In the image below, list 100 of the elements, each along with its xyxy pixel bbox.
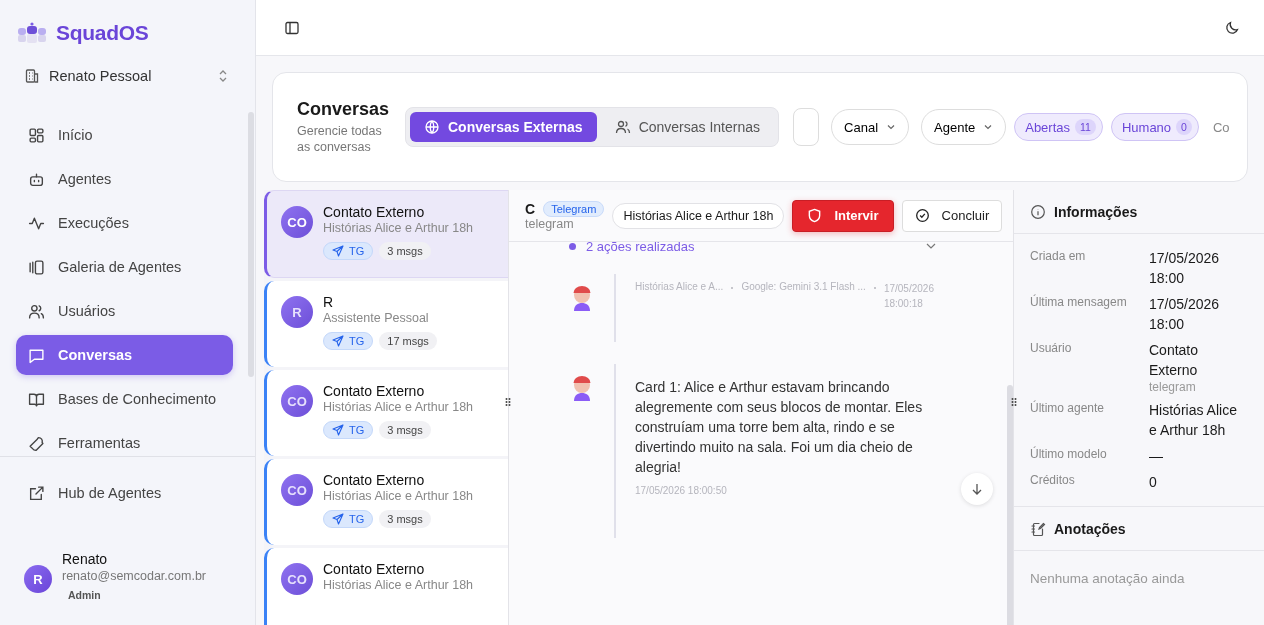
- shield-icon: [807, 208, 823, 223]
- search-field[interactable]: [793, 108, 820, 146]
- status-filter-chip[interactable]: Abertas 11: [1014, 113, 1103, 141]
- check-circle-icon: [914, 208, 930, 223]
- intervene-button[interactable]: Intervir: [792, 199, 894, 232]
- sidebar-panel-icon: [284, 19, 300, 36]
- page-subtitle: Gerencie todas as conversas: [297, 122, 383, 156]
- info-label: Último agente: [1030, 401, 1106, 417]
- send-icon: [332, 245, 344, 257]
- conversation-item[interactable]: CO Contato Externo Histórias Alice e Arthur 18h TG 3 msgs: [264, 459, 508, 545]
- contact-avatar: CO: [281, 385, 313, 417]
- channel-badge: Telegram: [543, 200, 605, 217]
- nav-item[interactable]: Execuções: [16, 203, 233, 243]
- nav-item[interactable]: Agentes: [16, 159, 233, 199]
- info-value: —: [1149, 447, 1164, 466]
- gallery-icon: [28, 258, 45, 276]
- external-link-icon: [28, 484, 45, 502]
- conversation-item[interactable]: CO Contato Externo Histórias Alice e Arthur 18h TG 3 msgs: [264, 370, 508, 456]
- contact-avatar: CO: [281, 206, 313, 238]
- status-filter-chip[interactable]: Humano 0: [1110, 113, 1199, 141]
- contact-name: Contato Externo: [323, 472, 425, 488]
- scrollbar[interactable]: [248, 112, 254, 377]
- robots-logo-icon: [16, 22, 48, 44]
- notes-icon: [1030, 520, 1046, 537]
- chevron-down-icon: [886, 122, 896, 132]
- agent-name: Histórias Alice e Arthur 18h: [323, 489, 474, 503]
- message-count: 3 msgs: [379, 242, 431, 260]
- nav-item[interactable]: Início: [16, 115, 233, 155]
- agent-name: Histórias Alice e Arthur 18h: [323, 400, 474, 414]
- user-name: Renato: [62, 551, 108, 567]
- user-avatar: R: [24, 565, 52, 593]
- send-icon: [332, 513, 344, 525]
- info-label: Créditos: [1030, 473, 1076, 489]
- organization-selector[interactable]: Renato Pessoal: [24, 65, 239, 87]
- role-label: Admin: [68, 589, 101, 601]
- section-title: Anotações: [1054, 520, 1126, 537]
- dashboard-icon: [28, 126, 45, 144]
- users-icon: [614, 119, 631, 135]
- scrollbar[interactable]: [1007, 385, 1013, 625]
- nav-item[interactable]: Ferramentas: [16, 423, 233, 455]
- channel-badge: TG: [323, 510, 374, 528]
- agent-name: Histórias Alice e Arthur 18h: [323, 221, 474, 235]
- tab[interactable]: Conversas Externas: [410, 112, 597, 142]
- arrow-down-icon: [970, 482, 984, 496]
- tab[interactable]: Conversas Internas: [600, 112, 775, 142]
- agent-name: Histórias Alice e Arthur 18h: [323, 578, 474, 592]
- channel-badge: TG: [323, 332, 374, 350]
- info-label: Último modelo: [1030, 447, 1108, 463]
- contact-name: Contato Externo: [323, 204, 425, 220]
- users-icon: [28, 302, 45, 320]
- info-value: Contato Externo: [1149, 341, 1200, 380]
- info-value: 0: [1149, 473, 1158, 492]
- scroll-down-button[interactable]: [961, 473, 993, 505]
- channel-label: telegram: [525, 216, 575, 231]
- robot-icon: [28, 170, 45, 188]
- filter-dropdown[interactable]: Canal: [831, 109, 909, 145]
- channel-badge: TG: [323, 242, 374, 260]
- info-label: Usuário: [1030, 341, 1073, 357]
- nav-item[interactable]: Hub de Agentes: [16, 473, 233, 513]
- user-email: renato@semcodar.com.br: [62, 569, 206, 583]
- moon-icon: [1224, 19, 1240, 36]
- empty-notes-text: Nenhuma anotação ainda: [1029, 570, 1186, 588]
- contact-avatar: CO: [281, 563, 313, 595]
- contact-name: R: [323, 294, 334, 310]
- message-count: 3 msgs: [379, 510, 431, 528]
- info-icon: [1030, 203, 1046, 220]
- book-icon: [28, 390, 45, 408]
- message-count: 17 msgs: [379, 332, 437, 350]
- timestamp: 17/05/2026 18:00:18: [883, 282, 935, 311]
- brand-name: SquadOS: [56, 21, 149, 45]
- activity-icon: [28, 214, 45, 232]
- contact-name: Contato Externo: [323, 383, 425, 399]
- globe-icon: [424, 119, 440, 135]
- info-value: 17/05/2026 18:00: [1149, 249, 1221, 288]
- contact-avatar: CO: [281, 474, 313, 506]
- page-title: Conversas: [297, 98, 391, 120]
- conversation-item[interactable]: CO Contato Externo Histórias Alice e Arthur 18h TG 3 msgs: [264, 190, 508, 278]
- nav-item[interactable]: Bases de Conhecimento: [16, 379, 233, 419]
- message-text: Card 1: Alice e Arthur estavam brincando alegremente com seus blocos de montar. Eles construíam uma torre bem alta, rindo e se divertindo muito na sala. Foi um dia cheio de alegria!: [635, 378, 924, 477]
- agent-name: Histórias Alice e A...: [635, 281, 724, 292]
- contact-avatar: R: [281, 296, 313, 328]
- complete-button[interactable]: Concluir: [901, 199, 1003, 232]
- channel-badge: TG: [323, 421, 374, 439]
- status-dot-icon: [569, 242, 576, 250]
- actions-link[interactable]: 2 ações realizadas: [586, 242, 695, 254]
- chat-icon: [28, 346, 45, 364]
- conversation-title: C: [525, 200, 536, 217]
- nav-item[interactable]: Galeria de Agentes: [16, 247, 233, 287]
- agent-pill: Histórias Alice e Arthur 18h: [612, 202, 785, 229]
- send-icon: [332, 335, 344, 347]
- info-label: Criada em: [1030, 249, 1087, 265]
- agent-name: Assistente Pessoal: [323, 311, 429, 325]
- conversation-item[interactable]: CO Contato Externo Histórias Alice e Arthur 18h: [264, 548, 508, 625]
- info-value: 17/05/2026 18:00: [1149, 295, 1221, 334]
- filter-dropdown[interactable]: Agente: [921, 109, 1007, 145]
- resize-handle-icon[interactable]: [504, 396, 512, 408]
- filter-label: Co: [1212, 119, 1230, 135]
- conversation-item[interactable]: R R Assistente Pessoal TG 17 msgs: [264, 281, 508, 367]
- nav-item[interactable]: Conversas: [16, 335, 233, 375]
- nav-item[interactable]: Usuários: [16, 291, 233, 331]
